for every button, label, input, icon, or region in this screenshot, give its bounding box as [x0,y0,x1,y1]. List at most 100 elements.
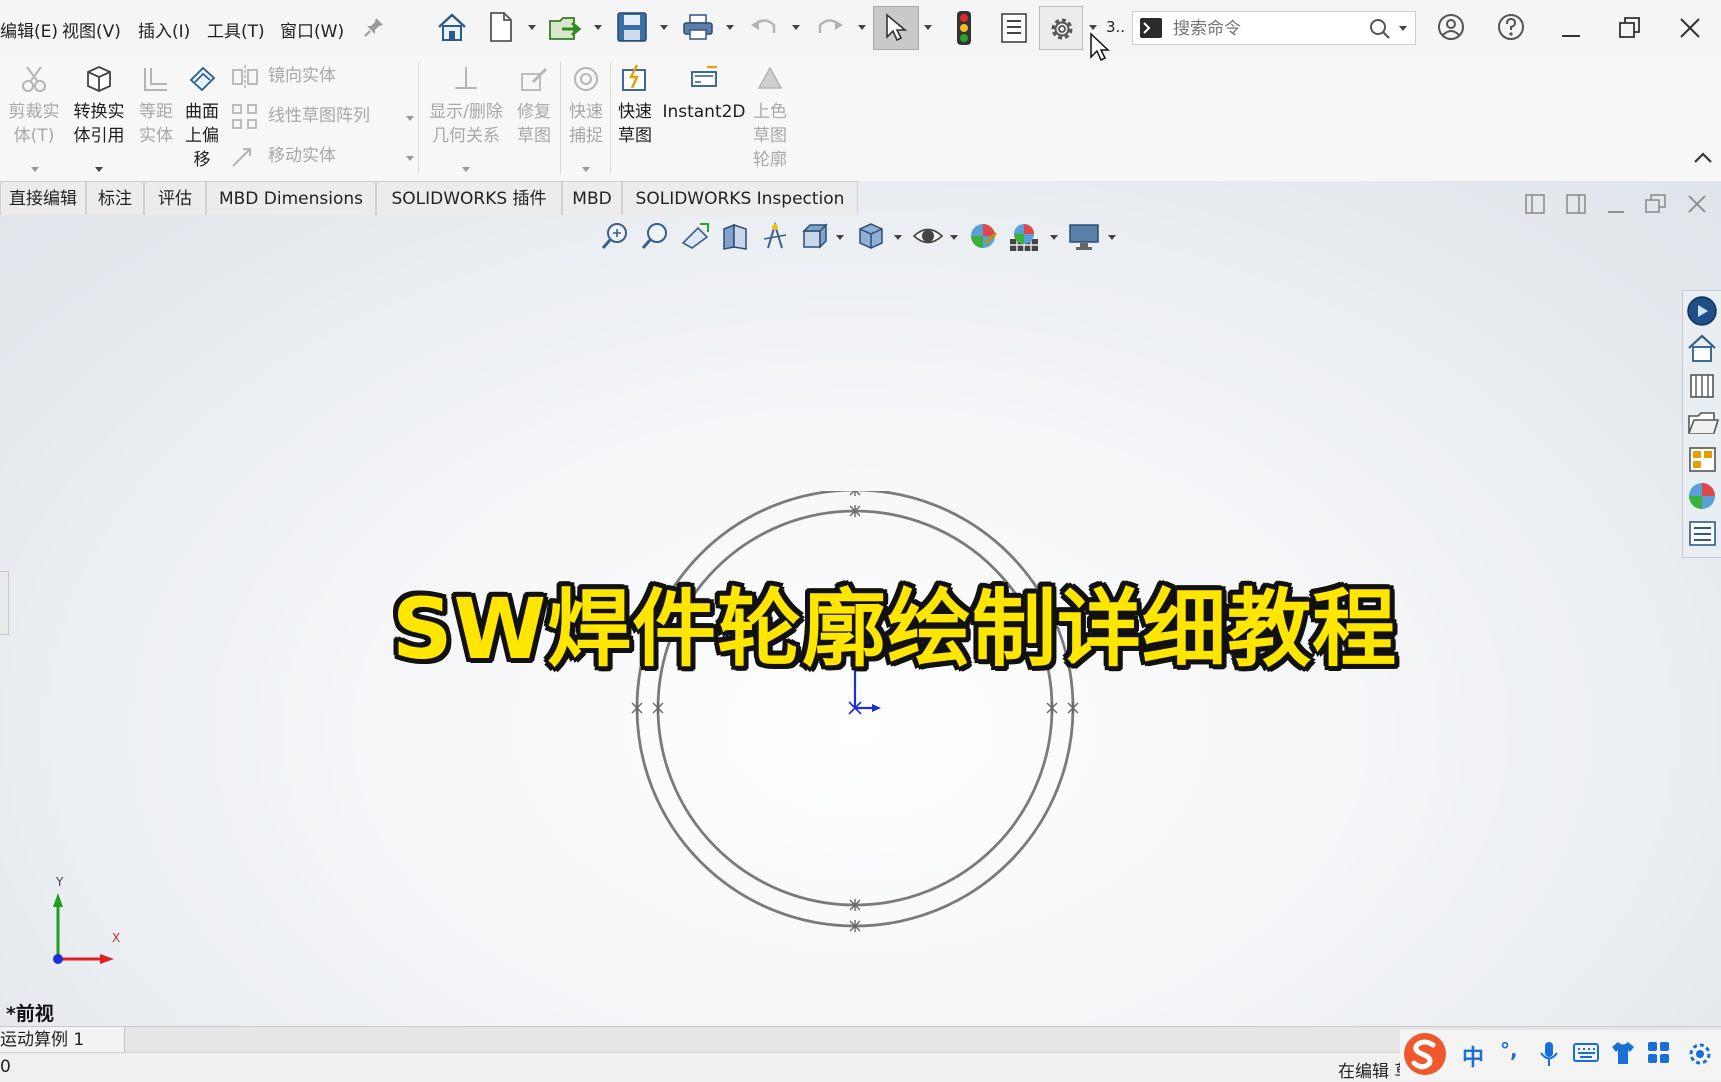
solidworks-resources-icon[interactable] [1686,295,1719,328]
viewport-tile-left-icon[interactable] [1524,193,1546,215]
tab-solidworks-addins[interactable]: SOLIDWORKS 插件 [376,181,562,215]
print-dropdown-icon[interactable] [726,25,734,30]
edit-appearance-icon[interactable] [968,221,1000,253]
menu-view[interactable]: 视图(V) [62,17,121,42]
file-properties-icon[interactable] [1000,12,1028,44]
select-button[interactable] [873,6,919,50]
collapse-ribbon-chevron-icon[interactable] [1692,150,1714,166]
motion-study-tab[interactable]: 运动算例 1 [0,1027,125,1053]
undo-dropdown-icon[interactable] [792,25,800,30]
search-command-box[interactable] [1132,11,1416,45]
ime-punctuation-indicator[interactable]: °, [1500,1038,1518,1062]
convert-dropdown-icon[interactable] [95,167,103,172]
open-folder-icon[interactable] [548,11,584,43]
view-settings-monitor-icon[interactable] [1068,223,1102,251]
rapid-sketch-button[interactable]: 快速 草图 [612,60,658,178]
instant2d-button[interactable]: Instant2D [660,60,748,178]
menu-insert[interactable]: 插入(I) [138,17,190,42]
offset-on-surface-button[interactable]: 曲面 上偏 移 [182,60,222,178]
view-settings-dropdown-icon[interactable] [1108,235,1116,240]
ime-language-indicator[interactable]: 中 [1462,1040,1484,1072]
tab-evaluate[interactable]: 评估 [144,181,206,215]
new-dropdown-icon[interactable] [528,25,536,30]
viewport-minimize-icon[interactable] [1605,195,1627,217]
zoom-to-area-icon[interactable] [640,221,670,251]
print-icon[interactable] [682,13,714,41]
view-orientation-dropdown-icon[interactable] [836,235,844,240]
rebuild-traffic-light-icon[interactable] [954,10,974,46]
hide-show-dropdown-icon[interactable] [950,235,958,240]
tab-mbd[interactable]: MBD [562,181,622,215]
quick-snaps-button[interactable]: 快速 捕捉 [564,60,608,178]
dynamic-annotation-view-icon[interactable] [760,221,790,251]
save-dropdown-icon[interactable] [660,25,668,30]
save-icon[interactable] [616,11,648,43]
viewport-restore-icon[interactable] [1644,193,1668,215]
ime-toolbox-grid-icon[interactable] [1646,1040,1672,1066]
minimize-icon[interactable] [1560,20,1582,42]
ime-skin-shirt-icon[interactable] [1610,1040,1636,1066]
quick-snaps-dropdown-icon[interactable] [582,167,590,172]
zoom-to-fit-icon[interactable] [600,221,630,251]
apply-scene-icon[interactable] [1008,221,1040,253]
mirror-entities-button[interactable]: 镜向实体 [228,62,408,94]
ime-settings-gear-icon[interactable] [1686,1040,1714,1068]
section-view-icon[interactable] [720,221,750,251]
redo-icon[interactable] [816,15,844,39]
view-palette-icon[interactable] [1686,443,1719,476]
soft-keyboard-icon[interactable] [1572,1042,1600,1064]
sogou-ime-logo-icon[interactable] [1402,1031,1448,1077]
restore-icon[interactable] [1618,16,1642,40]
convert-entities-button[interactable]: 转换实 体引用 [68,60,130,178]
options-dropdown-icon[interactable] [1089,25,1097,30]
viewport-tile-right-icon[interactable] [1565,193,1587,215]
new-document-icon[interactable] [488,11,514,43]
move-dropdown-icon[interactable] [406,156,414,161]
home-icon[interactable] [436,12,468,42]
linear-pattern-button[interactable]: 线性草图阵列 [228,102,414,134]
linear-pattern-dropdown-icon[interactable] [406,116,414,121]
task-pane-home-icon[interactable] [1686,332,1719,365]
appearances-scenes-icon[interactable] [1686,480,1719,513]
search-command-input[interactable] [1171,16,1365,42]
menu-edit[interactable]: 编辑(E) [0,17,58,42]
previous-view-icon[interactable] [680,221,710,251]
shaded-sketch-contours-button[interactable]: 上色 草图 轮廓 [748,60,792,178]
redo-dropdown-icon[interactable] [858,25,866,30]
microphone-icon[interactable] [1538,1040,1560,1068]
trim-entities-button[interactable]: 剪裁实 体(T) [4,60,64,178]
undo-icon[interactable] [750,15,778,39]
feature-manager-collapse-handle[interactable] [0,571,9,635]
trim-dropdown-icon[interactable] [31,167,39,172]
viewport-close-icon[interactable] [1686,193,1708,215]
display-style-icon[interactable] [856,221,886,251]
user-account-icon[interactable] [1437,13,1465,41]
offset-entities-button[interactable]: 等距 实体 [134,60,178,178]
move-entities-button[interactable]: 移动实体 [228,142,414,174]
hide-show-items-icon[interactable] [912,223,944,249]
file-explorer-icon[interactable] [1686,406,1719,439]
display-style-dropdown-icon[interactable] [894,235,902,240]
select-dropdown-icon[interactable] [924,25,932,30]
graphics-viewport[interactable]: 直接编辑 标注 评估 MBD Dimensions SOLIDWORKS 插件 … [0,181,1721,1026]
search-dropdown-icon[interactable] [1399,26,1407,31]
apply-scene-dropdown-icon[interactable] [1050,235,1058,240]
help-icon[interactable] [1497,13,1525,41]
repair-sketch-button[interactable]: 修复 草图 [512,60,556,178]
tab-mbd-dimensions[interactable]: MBD Dimensions [206,181,376,215]
close-icon[interactable] [1678,16,1702,40]
relations-dropdown-icon[interactable] [462,167,470,172]
tab-solidworks-inspection[interactable]: SOLIDWORKS Inspection [622,181,858,215]
open-dropdown-icon[interactable] [594,25,602,30]
sketch-canvas[interactable] [620,491,1090,961]
display-delete-relations-button[interactable]: 显示/删除 几何关系 [424,60,508,178]
pin-icon[interactable] [363,16,385,38]
menu-window[interactable]: 窗口(W) [280,17,344,42]
design-library-icon[interactable] [1686,369,1719,402]
menu-tools[interactable]: 工具(T) [207,17,265,42]
view-orientation-icon[interactable] [800,221,830,251]
options-button[interactable] [1039,6,1083,50]
search-icon[interactable] [1369,18,1391,40]
custom-properties-icon[interactable] [1686,517,1719,550]
tab-direct-editing[interactable]: 直接编辑 [0,181,86,215]
